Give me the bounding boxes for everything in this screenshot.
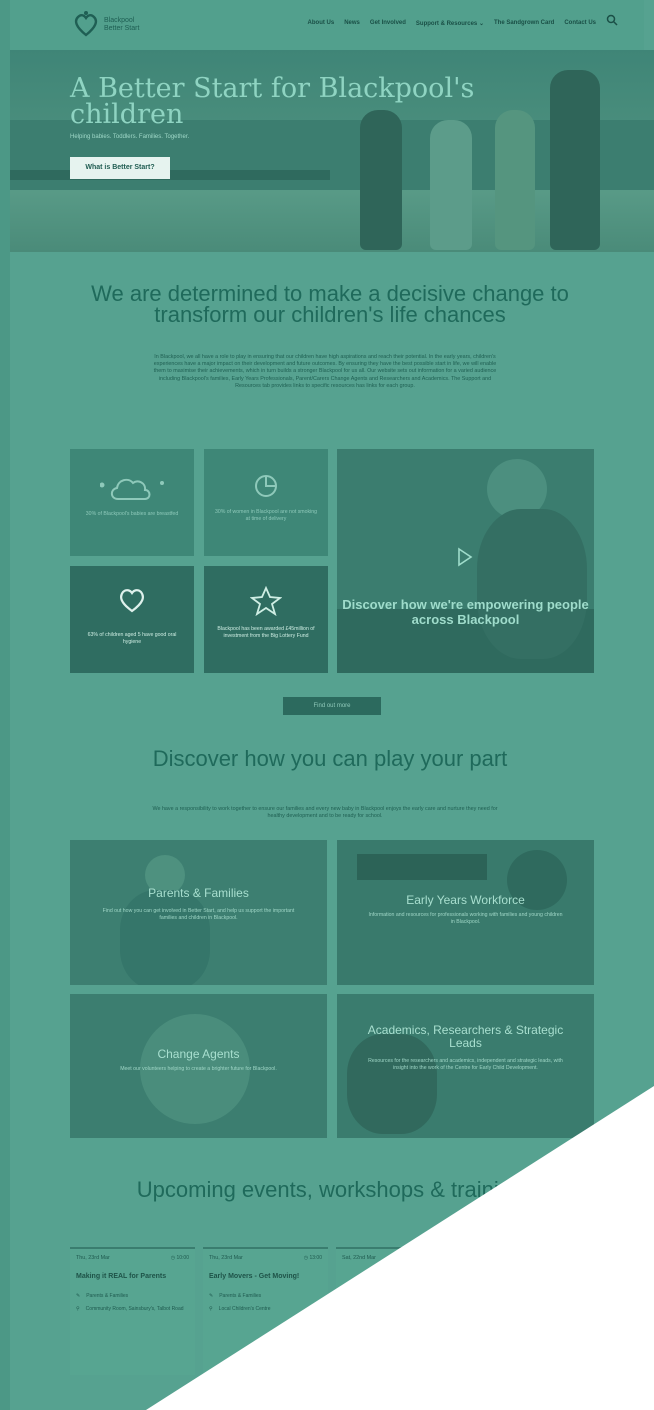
- photo-figure: [120, 890, 210, 985]
- event-date: Thu, 23rd Mar: [209, 1255, 243, 1261]
- site-header: Blackpool Better Start About Us News Get…: [10, 0, 644, 50]
- what-is-better-start-button[interactable]: What is Better Start?: [70, 157, 170, 179]
- find-out-more-button[interactable]: Find out more: [283, 697, 381, 715]
- audience-card-academics[interactable]: Academics, Researchers & Strategic Leads…: [337, 994, 594, 1138]
- event-location: ⚲ Local Children's Centre: [209, 1306, 319, 1312]
- stat-tile: 30% of Blackpool's babies are breastfed: [70, 449, 194, 556]
- event-audience: ✎ Parents & Families: [209, 1293, 261, 1299]
- logo[interactable]: Blackpool Better Start: [74, 10, 160, 40]
- location-pin-icon: ⚲: [76, 1306, 80, 1312]
- chevron-down-icon: ⌄: [478, 21, 484, 27]
- nav-sandgrown-card[interactable]: The Sandgrown Card: [494, 20, 554, 27]
- heart-icon: [120, 589, 144, 613]
- hero-child-figure: [550, 70, 600, 250]
- intro-heading: We are determined to make a decisive cha…: [91, 281, 569, 327]
- card-description: Information and resources for profession…: [368, 912, 563, 925]
- event-date: Sat, 22nd Mar: [342, 1255, 376, 1261]
- star-icon: [250, 586, 282, 616]
- hero-child-figure: [430, 120, 472, 250]
- audience-card-parents[interactable]: Parents & Families Find out how you can …: [70, 840, 327, 985]
- nav-contact-us[interactable]: Contact Us: [564, 20, 596, 27]
- play-icon[interactable]: [457, 547, 473, 567]
- stat-tile: 30% of women in Blackpool are not smokin…: [204, 449, 328, 556]
- search-icon[interactable]: [606, 14, 618, 26]
- event-location-label: Local Children's Centre: [218, 1306, 271, 1312]
- stat-text: 63% of children aged 5 have good oral hy…: [87, 632, 177, 645]
- hero-banner: A Better Start for Blackpool's children …: [10, 50, 654, 252]
- stat-tile: 63% of children aged 5 have good oral hy…: [70, 566, 194, 673]
- hero-title: A Better Start for Blackpool's children: [70, 73, 475, 130]
- photo-window: [357, 854, 487, 880]
- card-title: Academics, Researchers & Strategic Leads: [367, 1023, 564, 1050]
- main-nav: About Us News Get Involved Support & Res…: [308, 20, 596, 27]
- stat-text: 30% of Blackpool's babies are breastfed: [85, 511, 179, 517]
- event-location-label: Community Room, Sainsbury's, Talbot Road: [85, 1306, 184, 1312]
- event-time-value: 13:00: [309, 1255, 322, 1261]
- nav-news[interactable]: News: [344, 20, 360, 27]
- event-time: ◷ 10:00: [171, 1255, 189, 1261]
- cloud-icon: [100, 478, 164, 500]
- hero-pier: [10, 170, 330, 180]
- stat-text: Blackpool has been awarded £45million of…: [217, 626, 315, 639]
- event-time-value: 10:00: [176, 1255, 189, 1261]
- events-heading: Upcoming events, workshops & training: [136, 1177, 524, 1202]
- tag-icon: ✎: [209, 1293, 214, 1299]
- video-caption: Discover how we're empowering people acr…: [342, 597, 589, 627]
- event-card[interactable]: Thu, 23rd Mar ◷ 10:00 Making it REAL for…: [70, 1247, 195, 1375]
- nav-get-involved[interactable]: Get Involved: [370, 20, 406, 27]
- event-time: ◷ 13:00: [304, 1255, 322, 1261]
- clock-icon: ◷: [303, 1255, 309, 1261]
- discover-heading: Discover how you can play your part: [152, 746, 508, 771]
- left-border: [0, 0, 10, 1410]
- event-audience-label: Parents & Families: [86, 1293, 129, 1299]
- tag-icon: ✎: [76, 1293, 81, 1299]
- logo-text: Blackpool Better Start: [104, 17, 140, 32]
- discover-paragraph: We have a responsibility to work togethe…: [152, 806, 498, 820]
- event-audience-label: Parents & Families: [219, 1293, 262, 1299]
- card-description: Resources for the researchers and academ…: [368, 1058, 563, 1071]
- video-tile[interactable]: Discover how we're empowering people acr…: [337, 449, 594, 673]
- hero-child-figure: [495, 110, 535, 250]
- event-card[interactable]: Thu, 23rd Mar ◷ 13:00 Early Movers - Get…: [203, 1247, 328, 1375]
- event-title: Early Movers - Get Moving!: [209, 1273, 300, 1280]
- card-description: Find out how you can get involved in Bet…: [102, 908, 295, 921]
- stat-text: 30% of women in Blackpool are not smokin…: [214, 509, 318, 522]
- location-pin-icon: ⚲: [209, 1306, 213, 1312]
- card-description: Meet our volunteers helping to create a …: [120, 1066, 277, 1072]
- nav-support-label: Support & Resources: [415, 21, 478, 27]
- stat-tile: Blackpool has been awarded £45million of…: [204, 566, 328, 673]
- photo-figure: [477, 509, 587, 659]
- event-title: Making it REAL for Parents: [76, 1273, 167, 1280]
- nav-support-resources[interactable]: Support & Resources ⌄: [416, 20, 484, 27]
- logo-heart-icon: [74, 11, 98, 37]
- hero-subtitle: Helping babies. Toddlers. Families. Toge…: [70, 134, 190, 140]
- pie-chart-icon: [255, 475, 277, 497]
- event-card[interactable]: Sat, 22nd Mar: [336, 1247, 461, 1375]
- event-location: ⚲ Community Room, Sainsbury's, Talbot Roa…: [76, 1306, 186, 1312]
- card-title: Change Agents: [157, 1047, 240, 1061]
- intro-paragraph: In Blackpool, we all have a role to play…: [153, 354, 497, 389]
- card-title: Parents & Families: [148, 886, 249, 900]
- nav-about-us[interactable]: About Us: [308, 20, 335, 27]
- card-title: Early Years Workforce: [406, 893, 525, 907]
- event-audience: ✎ Parents & Families: [76, 1293, 128, 1299]
- event-date: Thu, 23rd Mar: [76, 1255, 110, 1261]
- audience-card-change-agents[interactable]: Change Agents Meet our volunteers helpin…: [70, 994, 327, 1138]
- hero-child-figure: [360, 110, 402, 250]
- clock-icon: ◷: [170, 1255, 176, 1261]
- audience-card-early-years[interactable]: Early Years Workforce Information and re…: [337, 840, 594, 985]
